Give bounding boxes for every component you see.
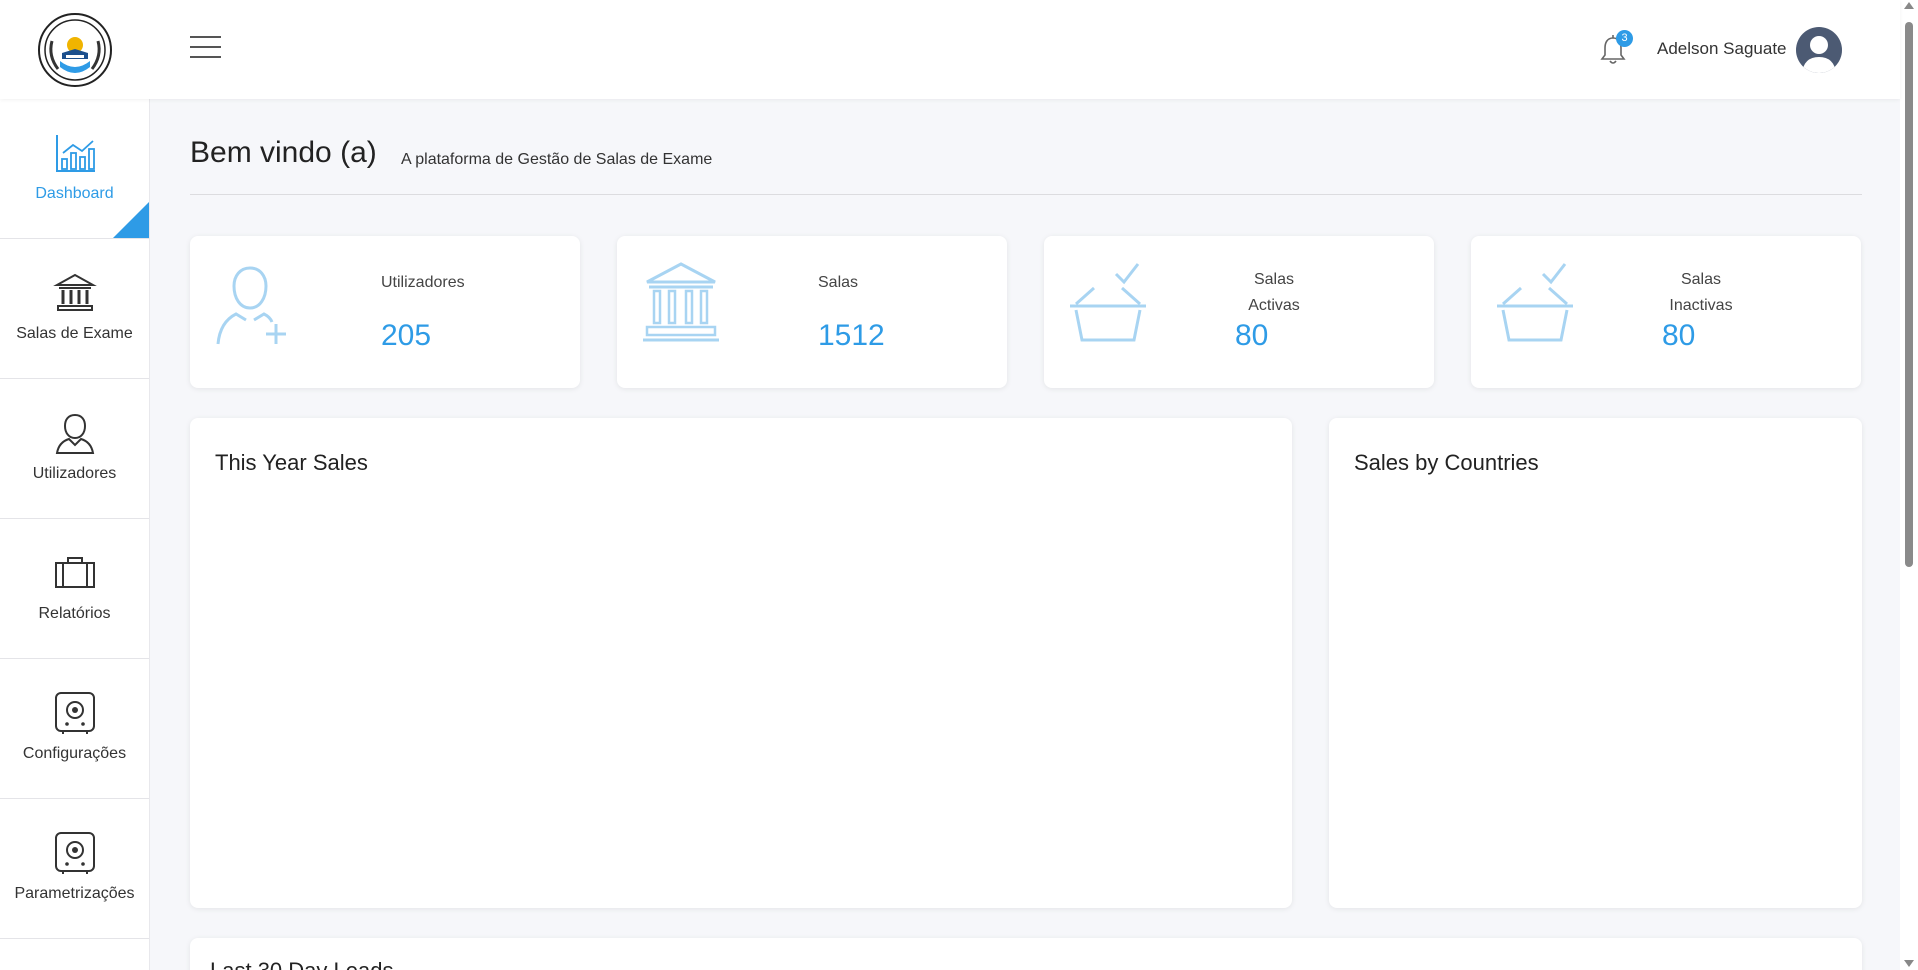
stat-label: Salas Inactivas	[1651, 267, 1751, 319]
scroll-up-arrow-icon[interactable]	[1904, 2, 1914, 9]
page-subtitle: A plataforma de Gestão de Salas de Exame	[401, 151, 713, 168]
safe-icon	[53, 831, 97, 875]
stat-label: Salas Activas	[1224, 267, 1324, 319]
panel-title: This Year Sales	[215, 450, 368, 475]
user-icon	[53, 411, 97, 455]
sidebar-item-relatorios[interactable]: Relatórios	[0, 519, 149, 659]
stat-label-line: Salas	[1253, 271, 1295, 288]
avatar[interactable]	[1796, 27, 1842, 73]
sidebar-item-parametrizacoes[interactable]: Parametrizações	[0, 799, 149, 939]
top-header: 3 Adelson Saguate	[0, 0, 1900, 99]
stat-label-line: Activas	[1248, 297, 1300, 314]
notification-badge: 3	[1616, 30, 1633, 47]
add-user-icon	[214, 260, 294, 350]
panel-sales-by-countries: Sales by Countries	[1329, 418, 1862, 908]
divider	[190, 194, 1862, 195]
scrollbar-thumb[interactable]	[1905, 22, 1913, 567]
stat-card-salas-inactivas[interactable]: Salas Inactivas 80	[1471, 236, 1861, 388]
stat-label: Utilizadores	[381, 274, 465, 291]
bank-icon	[641, 260, 721, 350]
active-indicator	[113, 202, 149, 238]
stat-card-utilizadores[interactable]: Utilizadores 205	[190, 236, 580, 388]
basket-check-icon	[1068, 260, 1148, 350]
sidebar-item-utilizadores[interactable]: Utilizadores	[0, 379, 149, 519]
sidebar-item-label: Parametrizações	[14, 885, 135, 902]
chart-icon	[53, 131, 97, 175]
stat-value: 1512	[818, 319, 885, 352]
menu-toggle-button[interactable]	[190, 36, 222, 62]
stat-label-line: Salas	[1680, 271, 1722, 288]
logo[interactable]	[36, 11, 114, 89]
page-title: Bem vindo (a)	[190, 136, 377, 169]
bank-icon	[52, 271, 97, 315]
briefcase-icon	[53, 551, 97, 595]
basket-check-icon	[1495, 260, 1575, 350]
panel-title: Last 30 Day Leads	[210, 958, 393, 970]
sidebar-item-label: Utilizadores	[32, 465, 117, 482]
sidebar-item-dashboard[interactable]: Dashboard	[0, 99, 149, 239]
stat-label: Salas	[818, 274, 859, 291]
stat-card-salas-activas[interactable]: Salas Activas 80	[1044, 236, 1434, 388]
stat-value: 80	[1235, 319, 1269, 352]
sidebar-item-label: Salas de Exame	[16, 325, 133, 342]
sidebar-item-salas-de-exame[interactable]: Salas de Exame	[0, 239, 149, 379]
stat-label-line: Inactivas	[1669, 297, 1733, 314]
panel-this-year-sales: This Year Sales	[190, 418, 1292, 908]
safe-icon	[53, 691, 97, 735]
page-scrollbar[interactable]	[1900, 0, 1918, 970]
sidebar-item-label: Dashboard	[35, 185, 114, 202]
sidebar: Dashboard Salas de Exame Utilizadores Re…	[0, 99, 150, 970]
panel-title: Sales by Countries	[1354, 450, 1539, 475]
sidebar-item-label: Relatórios	[38, 605, 111, 622]
scroll-down-arrow-icon[interactable]	[1904, 960, 1914, 967]
panel-last-30-day-leads: Last 30 Day Leads	[190, 938, 1862, 970]
stat-value: 205	[381, 319, 432, 352]
user-name[interactable]: Adelson Saguate	[1657, 39, 1787, 59]
stat-value: 80	[1662, 319, 1696, 352]
sidebar-item-label: Configurações	[22, 745, 127, 762]
sidebar-item-configuracoes[interactable]: Configurações	[0, 659, 149, 799]
stat-card-salas[interactable]: Salas 1512	[617, 236, 1007, 388]
